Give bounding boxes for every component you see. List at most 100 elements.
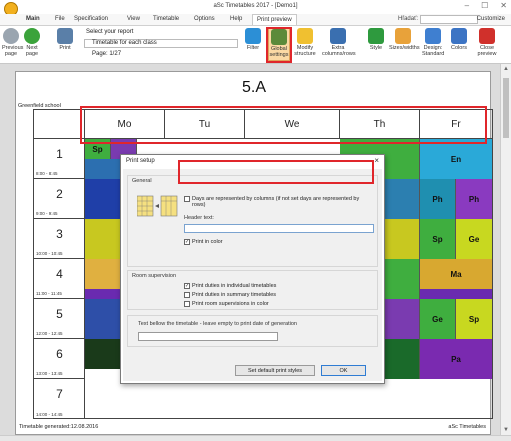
checkbox-box[interactable] bbox=[184, 301, 190, 307]
lesson-cell-fr-2a[interactable]: Ph bbox=[420, 179, 456, 219]
extra-columns-button[interactable]: Extra columns/rows bbox=[322, 28, 356, 57]
header-text-label: Header text: bbox=[184, 215, 214, 221]
generated-date: Timetable generated:12.08.2016 bbox=[19, 424, 99, 430]
menu-help[interactable]: Help bbox=[230, 16, 242, 22]
room-supervision-group: Room supervision ✓ Print duties in indiv… bbox=[127, 270, 378, 310]
brush-icon bbox=[368, 28, 384, 44]
period-number: 7 bbox=[56, 387, 63, 401]
period-row-6: 6 13:00 - 13:45 bbox=[34, 339, 85, 379]
maximize-button[interactable]: ☐ bbox=[481, 1, 488, 10]
duties-individual-checkbox[interactable]: ✓ Print duties in individual timetables bbox=[184, 283, 276, 289]
dialog-close-button[interactable]: × bbox=[374, 156, 379, 165]
header-text-input[interactable] bbox=[184, 224, 374, 233]
period-number: 1 bbox=[56, 147, 63, 161]
customize-button[interactable]: Customize bbox=[477, 16, 505, 22]
day-header-th: Th bbox=[340, 110, 420, 139]
set-default-styles-button[interactable]: Set default print styles bbox=[235, 365, 315, 376]
menu-file[interactable]: File bbox=[55, 16, 65, 22]
menu-view[interactable]: View bbox=[127, 16, 140, 22]
page-indicator: Page: 1/27 bbox=[92, 51, 122, 57]
footer-brand: aSc Timetables bbox=[448, 424, 486, 430]
checkbox-box[interactable]: ✓ bbox=[184, 283, 190, 289]
select-report-label: Select your report bbox=[86, 29, 134, 35]
lesson-cell-fr-5a[interactable]: Ge bbox=[420, 299, 456, 339]
vertical-scrollbar[interactable]: ▲ ▼ bbox=[500, 64, 511, 435]
scroll-down-icon[interactable]: ▼ bbox=[503, 427, 509, 433]
day-header-we: We bbox=[245, 110, 340, 139]
lesson-cell[interactable] bbox=[420, 289, 492, 299]
checkbox-box[interactable] bbox=[184, 292, 190, 298]
close-window-button[interactable]: ✕ bbox=[500, 1, 507, 10]
room-supervisions-color-label: Print room supervisions in color bbox=[192, 301, 269, 307]
period-time: 13:00 - 13:45 bbox=[36, 371, 63, 376]
menu-main[interactable]: Main bbox=[26, 16, 40, 22]
menu-specification[interactable]: Specification bbox=[74, 16, 108, 22]
period-number: 4 bbox=[56, 267, 63, 281]
print-button[interactable]: Print bbox=[55, 28, 75, 51]
lesson-cell-fr-2b[interactable]: Ph bbox=[456, 179, 492, 219]
lesson-cell-fr-3b[interactable]: Ge bbox=[456, 219, 492, 259]
day-header-fr: Fr bbox=[420, 110, 492, 139]
menu-timetable[interactable]: Timetable bbox=[153, 16, 179, 22]
period-number: 3 bbox=[56, 227, 63, 241]
room-supervision-label: Room supervision bbox=[132, 273, 177, 279]
colors-button[interactable]: Colors bbox=[450, 28, 468, 51]
duties-individual-label: Print duties in individual timetables bbox=[192, 283, 277, 289]
days-by-columns-checkbox[interactable]: Days are represented by columns (if not … bbox=[184, 196, 370, 208]
modify-structure-button[interactable]: Modify structure bbox=[293, 28, 317, 57]
lesson-cell-fr-3a[interactable]: Sp bbox=[420, 219, 456, 259]
search-input[interactable] bbox=[420, 15, 478, 24]
settings-icon bbox=[271, 29, 287, 45]
print-in-color-checkbox[interactable]: ✓ Print in color bbox=[184, 239, 223, 245]
lesson-cell-fr-1[interactable]: En bbox=[420, 139, 492, 179]
ruler-icon bbox=[395, 28, 411, 44]
tab-print-preview[interactable]: Print preview bbox=[252, 14, 297, 25]
room-supervisions-color-checkbox[interactable]: Print room supervisions in color bbox=[184, 301, 269, 307]
dialog-body: General Days are represented by columns … bbox=[123, 169, 382, 381]
sizes-widths-button[interactable]: Sizes/widths bbox=[389, 28, 420, 51]
filter-button[interactable]: Filter bbox=[244, 28, 262, 51]
lesson-cell-fr-6[interactable]: Pa bbox=[420, 339, 492, 379]
period-time: 8:00 - 8:45 bbox=[36, 171, 58, 176]
close-preview-button[interactable]: Close preview bbox=[476, 28, 498, 57]
title-bar: aSc Timetables 2017 - [Demo1] – ☐ ✕ bbox=[0, 0, 511, 16]
day-header-tu: Tu bbox=[165, 110, 245, 139]
period-row-1: 1 8:00 - 8:45 bbox=[34, 139, 85, 179]
global-settings-button[interactable]: Global settings bbox=[268, 28, 290, 61]
days-columns-icon bbox=[137, 195, 178, 217]
lesson-cell[interactable]: Sp bbox=[85, 139, 111, 159]
scroll-up-icon[interactable]: ▲ bbox=[503, 66, 509, 72]
style-button[interactable]: Style bbox=[367, 28, 385, 51]
text-below-input[interactable] bbox=[138, 332, 278, 341]
general-label: General bbox=[132, 178, 152, 184]
period-time: 14:00 - 14:45 bbox=[36, 412, 63, 417]
status-bar bbox=[0, 435, 511, 441]
checkbox-box[interactable] bbox=[184, 196, 190, 202]
period-row-5: 5 12:00 - 12:45 bbox=[34, 299, 85, 339]
menu-options[interactable]: Options bbox=[194, 16, 215, 22]
power-icon bbox=[479, 28, 495, 44]
design-icon bbox=[425, 28, 441, 44]
text-below-label: Text bellow the timetable - leave empty … bbox=[138, 321, 297, 327]
period-time: 12:00 - 12:45 bbox=[36, 331, 63, 336]
palette-icon bbox=[451, 28, 467, 44]
arrow-right-icon bbox=[24, 28, 40, 44]
ok-button[interactable]: OK bbox=[321, 365, 366, 376]
lesson-cell-fr-5b[interactable]: Sp bbox=[456, 299, 492, 339]
class-name: 5.A bbox=[241, 79, 266, 96]
period-number: 5 bbox=[56, 307, 63, 321]
ribbon-toolbar: Previous page Next page Print Select you… bbox=[0, 26, 511, 64]
previous-page-button[interactable]: Previous page bbox=[2, 28, 23, 57]
period-row-7: 7 14:00 - 14:45 bbox=[34, 379, 85, 419]
scroll-thumb[interactable] bbox=[503, 78, 509, 138]
report-select-value: Timetable for each class bbox=[92, 40, 157, 46]
design-button[interactable]: Design: Standard bbox=[422, 28, 444, 57]
period-number: 2 bbox=[56, 187, 63, 201]
duties-summary-checkbox[interactable]: Print duties in summary timetables bbox=[184, 292, 276, 298]
window-title: aSc Timetables 2017 - [Demo1] bbox=[213, 3, 298, 9]
checkbox-box[interactable]: ✓ bbox=[184, 239, 190, 245]
next-page-button[interactable]: Next page bbox=[24, 28, 40, 57]
grid-corner bbox=[34, 110, 85, 139]
lesson-cell-fr-4[interactable]: Ma bbox=[420, 259, 492, 289]
minimize-button[interactable]: – bbox=[465, 1, 469, 10]
